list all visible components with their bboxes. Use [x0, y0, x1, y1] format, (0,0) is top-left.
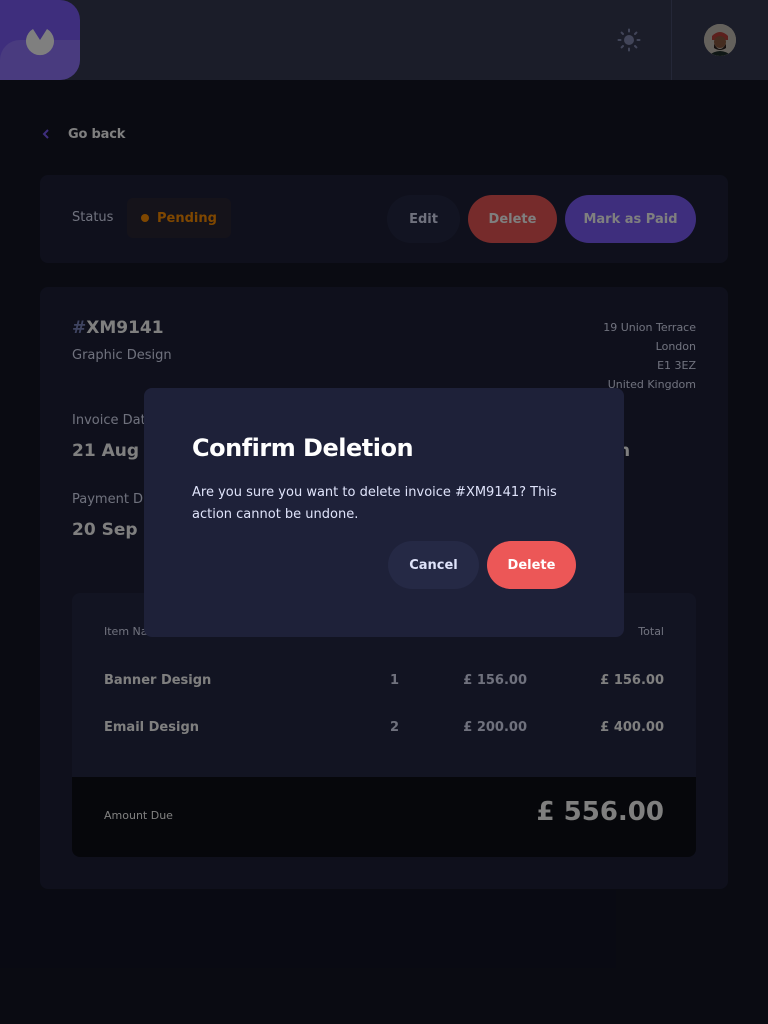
dialog-message: Are you sure you want to delete invoice …	[192, 485, 557, 522]
cancel-button[interactable]: Cancel	[388, 541, 479, 589]
confirm-delete-button[interactable]: Delete	[487, 541, 576, 589]
confirm-deletion-dialog: Confirm Deletion Are you sure you want t…	[144, 388, 624, 637]
dialog-title: Confirm Deletion	[192, 434, 414, 462]
backdrop-shade	[0, 890, 616, 968]
